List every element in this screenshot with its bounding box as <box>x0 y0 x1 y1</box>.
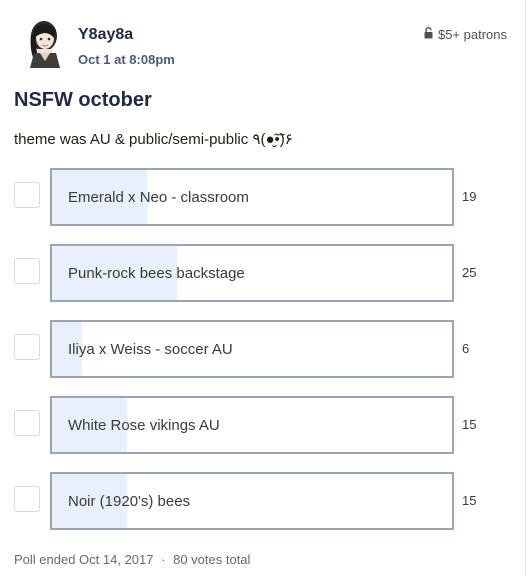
poll-total-votes: 80 votes total <box>173 552 251 567</box>
tier-label: $5+ patrons <box>437 27 507 42</box>
post-title: NSFW october <box>14 89 152 111</box>
poll-option-vote-count: 25 <box>462 265 477 280</box>
poll-option-vote-count: 19 <box>462 189 477 204</box>
poll-option-box[interactable]: Punk-rock bees backstage <box>50 244 454 302</box>
post-date[interactable]: Oct 1 at 8:08pm <box>78 52 175 67</box>
poll-option[interactable]: Noir (1920's) bees 15 <box>14 472 494 532</box>
tier-badge: $5+ patrons <box>424 27 507 42</box>
avatar[interactable] <box>22 18 66 68</box>
poll-option-label: Emerald x Neo - classroom <box>68 188 249 206</box>
poll-option-checkbox[interactable] <box>14 182 40 208</box>
lock-icon <box>424 27 433 42</box>
poll-option-checkbox[interactable] <box>14 334 40 360</box>
poll-option-label: Punk-rock bees backstage <box>68 264 245 282</box>
poll-option-label: Iliya x Weiss - soccer AU <box>68 340 233 358</box>
poll-option-box[interactable]: Iliya x Weiss - soccer AU <box>50 320 454 378</box>
poll-option-checkbox[interactable] <box>14 410 40 436</box>
poll-option-vote-count: 6 <box>462 341 470 356</box>
poll-option-label: Noir (1920's) bees <box>68 492 191 510</box>
poll-option-checkbox[interactable] <box>14 486 40 512</box>
poll-option[interactable]: Emerald x Neo - classroom 19 <box>14 168 494 228</box>
poll-option[interactable]: Iliya x Weiss - soccer AU 6 <box>14 320 494 380</box>
poll-footer: Poll ended Oct 14, 2017 · 80 votes total <box>14 552 250 567</box>
poll-option-label: White Rose vikings AU <box>68 416 220 434</box>
poll-option-vote-count: 15 <box>462 493 477 508</box>
author-name[interactable]: Y8ay8a <box>78 26 133 44</box>
poll-option-box[interactable]: Emerald x Neo - classroom <box>50 168 454 226</box>
poll-ended-text: Poll ended Oct 14, 2017 <box>14 552 154 567</box>
poll-option-box[interactable]: White Rose vikings AU <box>50 396 454 454</box>
post-description: theme was AU & public/semi-public ٩(●̮̮̃… <box>14 131 293 148</box>
poll-option-checkbox[interactable] <box>14 258 40 284</box>
poll-option-box[interactable]: Noir (1920's) bees <box>50 472 454 530</box>
poll-option[interactable]: Punk-rock bees backstage 25 <box>14 244 494 304</box>
poll-option[interactable]: White Rose vikings AU 15 <box>14 396 494 456</box>
post-card: Y8ay8a Oct 1 at 8:08pm $5+ patrons NSFW … <box>0 0 526 576</box>
poll-option-vote-count: 15 <box>462 417 477 432</box>
footer-separator: · <box>161 552 166 567</box>
